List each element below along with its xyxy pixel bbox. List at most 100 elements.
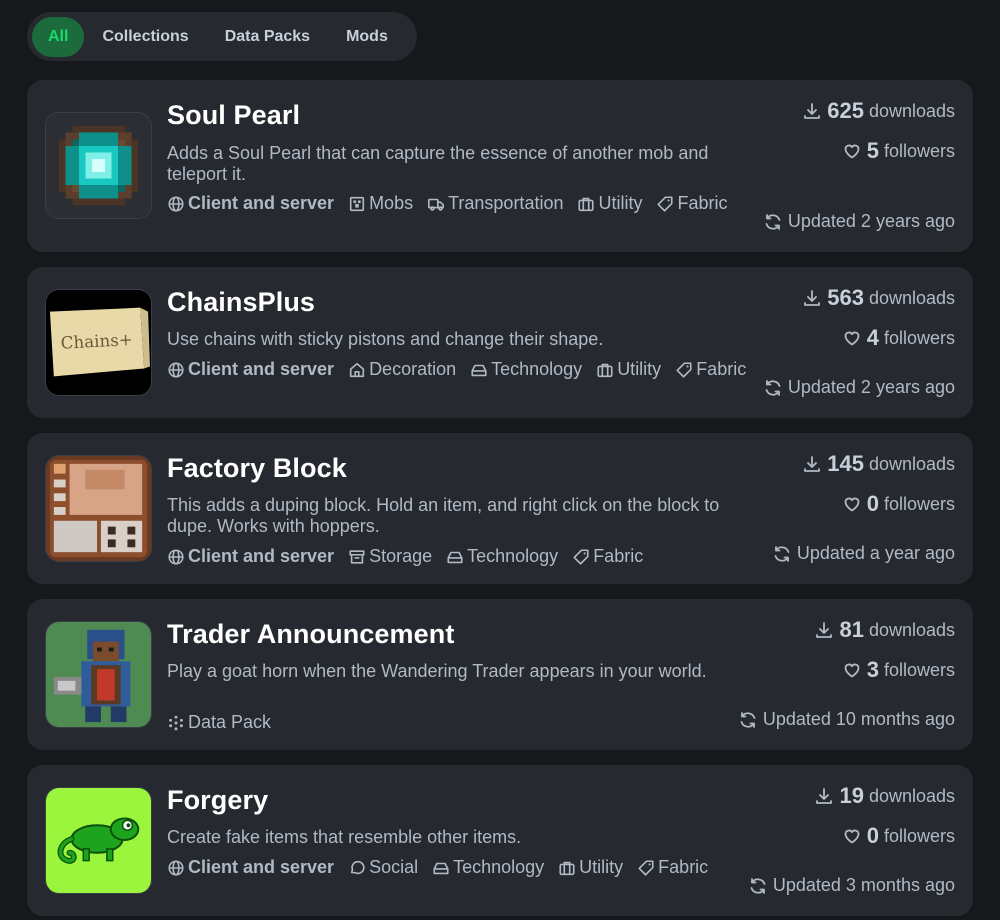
environment-tag: Client and server [167,193,334,214]
chainsplus-icon[interactable]: Chains+ [45,289,152,396]
download-icon [804,290,821,306]
project-card[interactable]: Forgery Create fake items that resemble … [27,765,973,916]
downloads-stat: 563 downloads [802,285,955,311]
project-title[interactable]: Factory Block [167,453,347,484]
updated-stat: Updated 2 years ago [763,377,955,398]
tag-icon [657,195,674,212]
project-card[interactable]: Soul Pearl Adds a Soul Pearl that can ca… [27,80,973,252]
factory-block-icon[interactable] [45,455,152,562]
category-tag: Utility [577,193,642,214]
category-tag: Decoration [348,359,456,380]
download-icon [804,456,821,472]
briefcase-icon [559,861,575,875]
updated-stat: Updated 3 months ago [748,875,955,896]
globe-icon [168,859,184,876]
heart-icon [844,144,860,159]
datapack-icon [169,715,183,730]
project-tags: Client and server Storage Technology Fab… [167,546,747,567]
project-tags: Data Pack [167,712,747,733]
project-description: Adds a Soul Pearl that can capture the e… [167,143,709,184]
project-title[interactable]: Forgery [167,785,268,816]
globe-icon [168,195,184,212]
chat-icon [350,860,365,874]
project-title[interactable]: Soul Pearl [167,100,300,131]
soul-pearl-icon[interactable] [45,112,152,219]
followers-stat: 0 followers [842,491,955,517]
project-tags: Client and server Decoration Technology … [167,359,747,380]
project-card[interactable]: Chains+ ChainsPlus Use chains with stick… [27,267,973,418]
hard-drive-icon [471,364,487,376]
category-tag: Technology [470,359,582,380]
heart-icon [844,497,860,512]
followers-stat: 3 followers [842,657,955,683]
heart-icon [844,663,860,678]
category-tag: Fabric [637,857,708,878]
project-title[interactable]: Trader Announcement [167,619,454,650]
followers-stat: 0 followers [842,823,955,849]
refresh-icon [750,877,766,894]
project-description: Play a goat horn when the Wandering Trad… [167,661,707,681]
archive-icon [349,549,365,564]
environment-tag: Client and server [167,857,334,878]
category-tag: Mobs [348,193,413,214]
download-icon [816,622,833,638]
category-tag: Technology [432,857,544,878]
globe-icon [168,361,184,378]
tab-collections[interactable]: Collections [84,17,206,57]
category-tag: Fabric [572,546,643,567]
hard-drive-icon [447,551,463,563]
downloads-stat: 81 downloads [814,617,955,643]
category-tag: Utility [558,857,623,878]
tab-all[interactable]: All [32,16,85,57]
updated-stat: Updated 10 months ago [738,709,955,730]
hard-drive-icon [433,862,449,874]
project-description: This adds a duping block. Hold an item, … [167,495,720,536]
chainsplus-icon-label: Chains+ [60,330,133,353]
tab-mods[interactable]: Mods [328,17,406,57]
globe-icon [168,548,184,565]
refresh-icon [765,213,781,230]
downloads-stat: 625 downloads [802,98,955,124]
tag-icon [573,548,589,565]
project-tags: Client and server Mobs Transportation Ut… [167,193,747,214]
forgery-icon[interactable] [45,787,152,894]
downloads-stat: 145 downloads [802,451,955,477]
category-tag: Data Pack [167,712,271,733]
refresh-icon [740,711,756,728]
house-icon [349,362,365,377]
heart-icon [844,829,860,844]
project-title[interactable]: ChainsPlus [167,287,315,318]
tag-icon [638,859,654,876]
project-type-tabs: All Collections Data Packs Mods [27,12,417,61]
updated-stat: Updated 2 years ago [763,211,955,232]
briefcase-icon [578,197,595,211]
environment-tag: Client and server [167,359,334,380]
category-tag: Social [348,857,418,878]
project-description: Create fake items that resemble other it… [167,827,522,847]
project-card[interactable]: Trader Announcement Play a goat horn whe… [27,599,973,750]
category-tag: Transportation [427,193,563,214]
heart-icon [844,331,860,346]
project-card[interactable]: Factory Block This adds a duping block. … [27,433,973,584]
download-icon [804,103,821,119]
followers-stat: 5 followers [842,138,955,164]
category-tag: Fabric [656,193,728,214]
updated-stat: Updated a year ago [772,543,955,564]
project-description: Use chains with sticky pistons and chang… [167,329,604,349]
category-tag: Utility [596,359,661,380]
refresh-icon [774,545,790,562]
trader-icon[interactable] [45,621,152,728]
mobs-icon [349,196,365,211]
briefcase-icon [597,363,613,377]
category-tag: Storage [348,546,432,567]
refresh-icon [765,379,781,396]
followers-stat: 4 followers [842,325,955,351]
environment-tag: Client and server [167,546,334,567]
downloads-stat: 19 downloads [814,783,955,809]
project-tags: Client and server Social Technology Util… [167,857,747,878]
tag-icon [676,361,692,378]
tab-data-packs[interactable]: Data Packs [207,17,328,57]
category-tag: Technology [446,546,558,567]
truck-icon [428,198,445,211]
category-tag: Fabric [675,359,746,380]
